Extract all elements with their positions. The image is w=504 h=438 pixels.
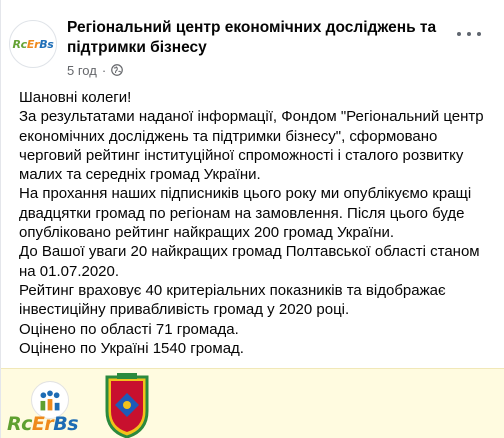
avatar-text-er: Er bbox=[26, 37, 40, 51]
avatar-text-bs: Bs bbox=[39, 37, 54, 51]
avatar[interactable]: Rc Er Bs bbox=[9, 20, 57, 68]
post-paragraph: За результатами наданої інформації, Фонд… bbox=[19, 108, 484, 184]
logo-text-er: Er bbox=[31, 413, 54, 435]
post-text: Шановні колеги! За результатами наданої … bbox=[19, 88, 495, 358]
post-image[interactable]: RcErBs bbox=[1, 368, 504, 438]
post-timestamp[interactable]: 5 год bbox=[67, 63, 97, 78]
post-paragraph: Шановні колеги! bbox=[19, 89, 132, 106]
logo-text-rc: Rc bbox=[7, 413, 32, 435]
more-dot bbox=[467, 32, 471, 36]
post-meta: 5 год · bbox=[67, 62, 124, 78]
post-paragraph: Оцінено по області 71 громада. bbox=[19, 320, 239, 338]
globe-icon[interactable] bbox=[111, 64, 124, 76]
more-dot bbox=[457, 32, 461, 36]
post-paragraph: На прохання наших підписників цього року… bbox=[19, 185, 472, 242]
coat-of-arms-icon bbox=[105, 373, 149, 438]
meta-separator: · bbox=[101, 62, 107, 78]
post-header: Rc Er Bs Регіональний центр економічних до… bbox=[1, 0, 504, 90]
post-card: Rc Er Bs Регіональний центр економічних до… bbox=[0, 0, 504, 438]
more-horizontal-icon[interactable] bbox=[457, 26, 481, 42]
post-paragraph: Рейтинг враховує 40 критеріальних показн… bbox=[19, 281, 446, 319]
avatar-text-rc: Rc bbox=[12, 37, 27, 51]
post-paragraph: Оцінено по Україні 1540 громад. bbox=[19, 339, 244, 357]
page-name-link[interactable]: Регіональний центр економічних досліджен… bbox=[67, 18, 437, 58]
more-dot bbox=[477, 32, 481, 36]
logo-wordmark: RcErBs bbox=[7, 413, 79, 435]
logo-text-bs: Bs bbox=[53, 413, 79, 435]
post-paragraph: До Вашої уваги 20 найкращих громад Полта… bbox=[19, 243, 480, 280]
